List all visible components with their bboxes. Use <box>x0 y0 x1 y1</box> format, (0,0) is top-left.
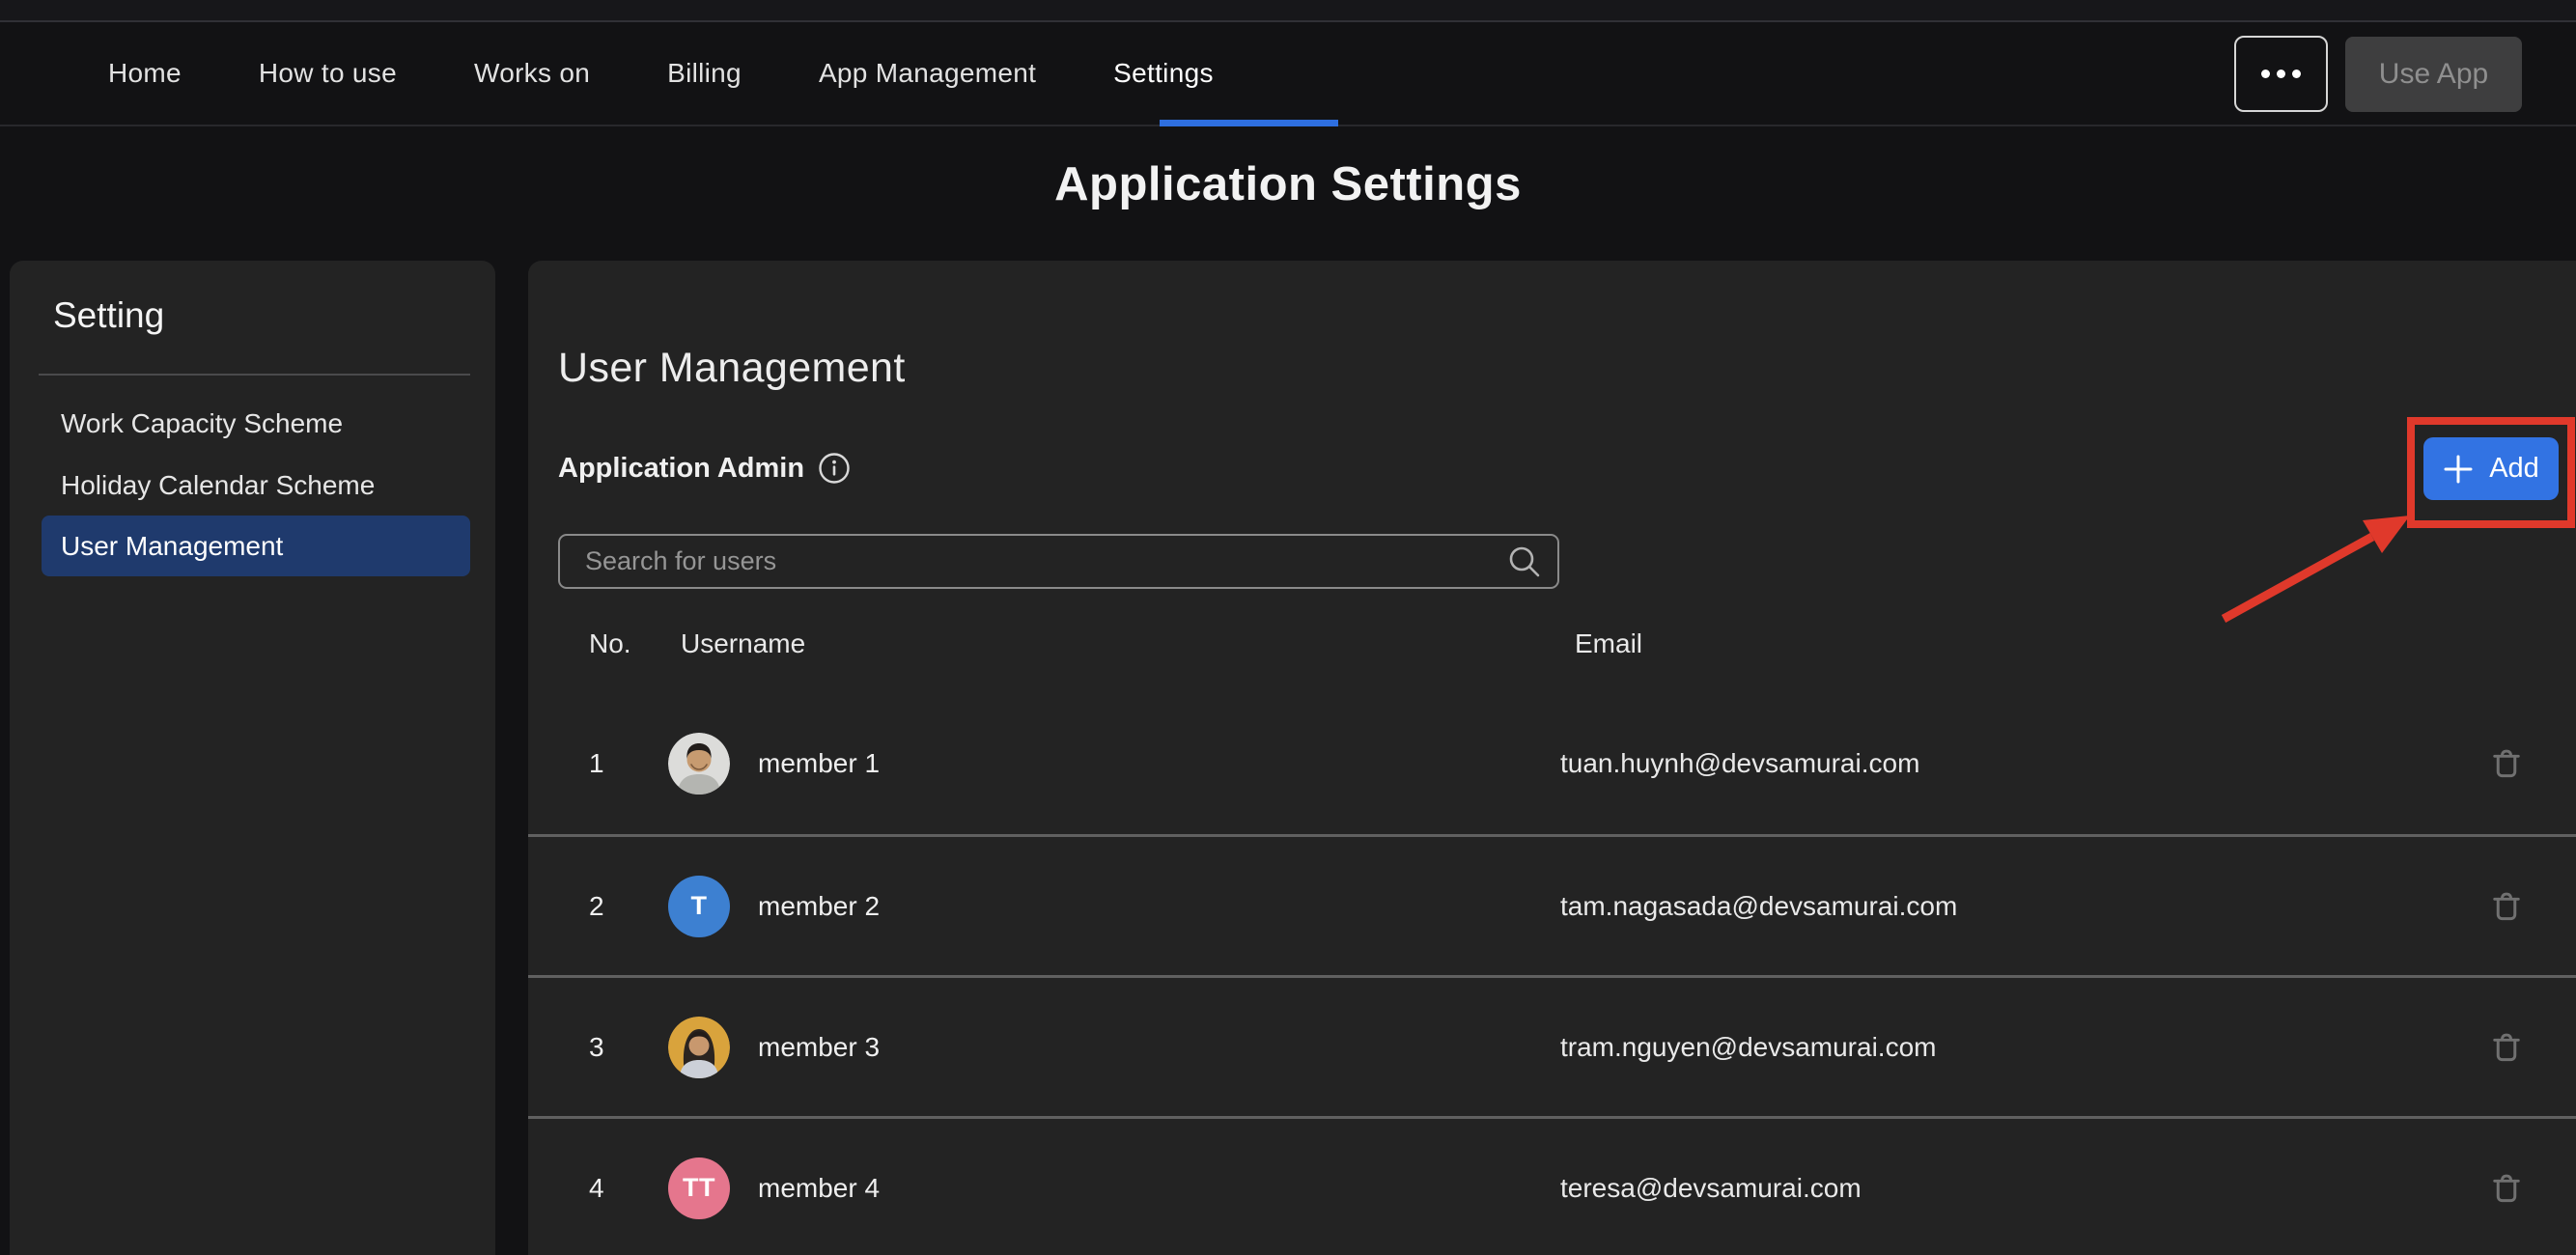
sidebar-item-user-management[interactable]: User Management <box>42 516 470 576</box>
delete-icon[interactable] <box>2486 743 2527 784</box>
info-icon[interactable] <box>818 452 851 485</box>
delete-icon[interactable] <box>2486 1027 2527 1068</box>
user-management-panel: User Management Application Admin Add No… <box>528 261 2576 1255</box>
username: member 4 <box>758 1119 880 1255</box>
plus-icon <box>2443 454 2474 485</box>
window-top-strip <box>0 0 2576 22</box>
nav-tabs: Home How to use Works on Billing App Man… <box>0 22 2576 125</box>
panel-heading: User Management <box>558 345 906 392</box>
sidebar-item-work-capacity-scheme[interactable]: Work Capacity Scheme <box>61 394 343 454</box>
column-header-username: Username <box>681 618 805 670</box>
page-title: Application Settings <box>0 157 2576 211</box>
add-button-label: Add <box>2489 453 2539 485</box>
search-box <box>558 534 1559 589</box>
column-header-email: Email <box>1575 618 1642 670</box>
avatar-initials: TT <box>683 1173 715 1203</box>
sidebar-item-holiday-calendar-scheme[interactable]: Holiday Calendar Scheme <box>61 456 375 516</box>
active-tab-underline <box>1160 120 1338 126</box>
avatar-photo-male <box>668 733 730 795</box>
username: member 3 <box>758 978 880 1116</box>
row-number: 3 <box>589 978 604 1116</box>
avatar: TT <box>668 1157 730 1219</box>
sidebar-title: Setting <box>53 295 164 336</box>
table-header: No. Username Email <box>528 618 2576 670</box>
delete-icon[interactable] <box>2486 886 2527 927</box>
table-row: 1 member 1 tuan.huynh@devsamurai.com <box>528 693 2576 834</box>
avatar-photo-female <box>668 1017 730 1078</box>
application-admin-label: Application Admin <box>558 453 804 485</box>
email: tam.nagasada@devsamurai.com <box>1560 837 1957 975</box>
avatar: T <box>668 876 730 937</box>
table-row: 4 TT member 4 teresa@devsamurai.com <box>528 1116 2576 1255</box>
settings-sidebar: Setting Work Capacity Scheme Holiday Cal… <box>10 261 495 1255</box>
nav-tab-billing[interactable]: Billing <box>667 58 742 89</box>
email: tram.nguyen@devsamurai.com <box>1560 978 1936 1116</box>
row-number: 1 <box>589 693 604 834</box>
add-button[interactable]: Add <box>2423 437 2559 500</box>
avatar <box>668 733 730 795</box>
table-row: 2 T member 2 tam.nagasada@devsamurai.com <box>528 834 2576 975</box>
nav-tab-works-on[interactable]: Works on <box>474 58 590 89</box>
top-navigation-bar: Home How to use Works on Billing App Man… <box>0 22 2576 126</box>
nav-tab-how-to-use[interactable]: How to use <box>259 58 397 89</box>
username: member 1 <box>758 693 880 834</box>
avatar-initials: T <box>691 891 708 921</box>
delete-icon[interactable] <box>2486 1168 2527 1209</box>
username: member 2 <box>758 837 880 975</box>
nav-tab-settings[interactable]: Settings <box>1113 58 1214 89</box>
nav-actions: Use App <box>2234 36 2522 112</box>
search-icon[interactable] <box>1505 543 1544 581</box>
nav-tab-home[interactable]: Home <box>108 58 182 89</box>
sidebar-divider <box>39 374 470 376</box>
email: teresa@devsamurai.com <box>1560 1119 1862 1255</box>
search-input[interactable] <box>558 534 1559 589</box>
column-header-no: No. <box>589 618 631 670</box>
nav-tab-app-management[interactable]: App Management <box>819 58 1036 89</box>
table-row: 3 member 3 tram.nguyen@devsamurai.com <box>528 975 2576 1116</box>
email: tuan.huynh@devsamurai.com <box>1560 693 1919 834</box>
more-options-button[interactable] <box>2234 36 2328 112</box>
row-number: 2 <box>589 837 604 975</box>
row-number: 4 <box>589 1119 604 1255</box>
use-app-button[interactable]: Use App <box>2345 37 2522 112</box>
application-admin-row: Application Admin <box>558 452 851 485</box>
avatar <box>668 1017 730 1078</box>
more-options-icon <box>2261 70 2270 78</box>
